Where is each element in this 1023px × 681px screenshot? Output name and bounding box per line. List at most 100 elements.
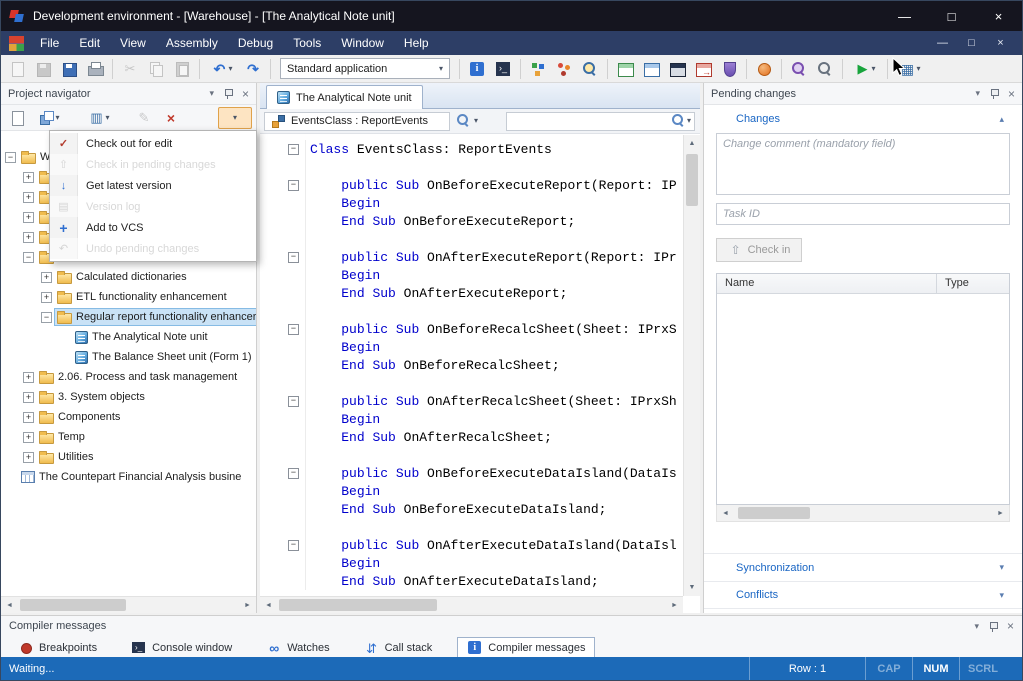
minimize-button[interactable] [881, 1, 928, 31]
panel-menu-icon[interactable] [975, 89, 980, 98]
menu-tools[interactable]: Tools [283, 31, 331, 55]
create-object-button[interactable] [5, 107, 29, 129]
security-button[interactable] [717, 57, 741, 81]
paste-button[interactable] [170, 57, 194, 81]
code-line[interactable]: Begin [260, 338, 683, 356]
scroll-right-icon[interactable] [239, 597, 256, 614]
tree-item-3-system-objects[interactable]: 3. System objects [1, 387, 256, 407]
scroll-track[interactable] [684, 152, 700, 579]
grid-column-type[interactable]: Type [937, 274, 1009, 293]
tree-expander-icon[interactable] [23, 392, 34, 403]
task-id-input[interactable] [716, 203, 1010, 225]
tree-expander-icon[interactable] [23, 412, 34, 423]
cut-button[interactable] [118, 57, 142, 81]
scroll-left-icon[interactable] [1, 597, 18, 614]
tree-expander-icon[interactable] [23, 232, 34, 243]
output-tab-watches[interactable]: Watches [257, 637, 338, 659]
tree-expander-icon[interactable] [23, 432, 34, 443]
search-icon[interactable] [671, 113, 687, 129]
tree-item-calculated-dictionaries[interactable]: Calculated dictionaries [1, 267, 256, 287]
tools-menu-button[interactable] [893, 57, 927, 81]
close-button[interactable] [975, 1, 1022, 31]
scroll-left-icon[interactable] [260, 597, 277, 614]
tree-expander-icon[interactable] [41, 292, 52, 303]
menu-item-undo-pending-changes[interactable]: Undo pending changes [50, 238, 256, 259]
fold-collapse-icon[interactable] [288, 252, 299, 263]
code-line[interactable]: public Sub OnAfterExecuteReport(Report: … [260, 248, 683, 266]
output-tab-console-window[interactable]: Console window [122, 637, 241, 659]
menu-file[interactable]: File [30, 31, 69, 55]
filter-button[interactable] [82, 107, 116, 129]
member-combo[interactable]: EventsClass : ReportEvents [264, 112, 450, 131]
code-line[interactable]: End Sub OnBeforeRecalcSheet; [260, 356, 683, 374]
mdi-minimize-button[interactable] [929, 33, 956, 53]
check-in-button[interactable]: Check in [716, 238, 802, 262]
dictionaries-button[interactable] [639, 57, 663, 81]
editor-tab[interactable]: The Analytical Note unit [266, 85, 423, 109]
scroll-left-icon[interactable] [717, 505, 734, 522]
scroll-track[interactable] [277, 597, 666, 613]
tree-expander-icon[interactable] [41, 272, 52, 283]
code-line[interactable]: Begin [260, 554, 683, 572]
code-line[interactable]: Begin [260, 194, 683, 212]
tree-expander-icon[interactable] [23, 252, 34, 263]
code-line[interactable] [260, 518, 683, 536]
chevron-down-icon[interactable] [687, 117, 691, 125]
scroll-down-icon[interactable] [684, 579, 701, 596]
scroll-thumb[interactable] [20, 599, 126, 611]
pin-icon[interactable] [223, 88, 233, 99]
statusbar-toggle-cap[interactable]: CAP [866, 663, 912, 675]
find-object-button[interactable] [578, 57, 602, 81]
grid-column-name[interactable]: Name [717, 274, 937, 293]
close-panel-icon[interactable] [242, 88, 249, 100]
tree-item-the-balance-sheet-unit-form-1[interactable]: The Balance Sheet unit (Form 1) [1, 347, 256, 367]
panel-menu-icon[interactable] [209, 89, 214, 98]
save-module-button[interactable] [57, 57, 81, 81]
new-button[interactable] [5, 57, 29, 81]
member-search-button[interactable] [453, 112, 481, 131]
view-mode-button[interactable] [32, 107, 66, 129]
data-import-button[interactable] [691, 57, 715, 81]
code-line[interactable]: public Sub OnBeforeExecuteDataIsland(Dat… [260, 464, 683, 482]
fold-collapse-icon[interactable] [288, 540, 299, 551]
tree-item-etl-functionality-enhancement[interactable]: ETL functionality enhancement [1, 287, 256, 307]
code-line[interactable]: public Sub OnAfterExecuteDataIsland(Data… [260, 536, 683, 554]
editor-hscrollbar[interactable] [260, 596, 683, 613]
scroll-up-icon[interactable] [684, 135, 701, 152]
grid-hscrollbar[interactable] [716, 505, 1010, 522]
tree-item-the-analytical-note-unit[interactable]: The Analytical Note unit [1, 327, 256, 347]
fold-collapse-icon[interactable] [288, 180, 299, 191]
fold-collapse-icon[interactable] [288, 468, 299, 479]
output-tab-call-stack[interactable]: Call stack [355, 637, 442, 659]
navigator-hscrollbar[interactable] [1, 596, 256, 613]
tree-expander-icon[interactable] [5, 152, 16, 163]
editor-vscrollbar[interactable] [683, 135, 700, 596]
tree-expander-icon[interactable] [23, 372, 34, 383]
mdi-close-button[interactable] [987, 33, 1014, 53]
code-line[interactable] [260, 230, 683, 248]
fold-collapse-icon[interactable] [288, 324, 299, 335]
search-input[interactable] [510, 115, 671, 127]
menu-item-get-latest-version[interactable]: Get latest version [50, 175, 256, 196]
menu-item-check-in-pending-changes[interactable]: Check in pending changes [50, 154, 256, 175]
fold-collapse-icon[interactable] [288, 396, 299, 407]
code-line[interactable]: End Sub OnBeforeExecuteDataIsland; [260, 500, 683, 518]
statusbar-toggle-num[interactable]: NUM [913, 663, 959, 675]
repository-search-button[interactable] [787, 57, 811, 81]
output-tab-compiler-messages[interactable]: Compiler messages [457, 637, 595, 659]
scroll-right-icon[interactable] [992, 505, 1009, 522]
menu-item-add-to-vcs[interactable]: Add to VCS [50, 217, 256, 238]
delete-object-button[interactable] [159, 107, 183, 129]
section-changes[interactable]: Changes [704, 105, 1022, 133]
tree-expander-icon[interactable] [23, 212, 34, 223]
code-area[interactable]: Class EventsClass: ReportEvents public S… [260, 135, 683, 596]
tree-expander-icon[interactable] [23, 192, 34, 203]
menu-debug[interactable]: Debug [228, 31, 283, 55]
code-line[interactable] [260, 446, 683, 464]
panel-menu-icon[interactable] [974, 622, 979, 631]
tree-item-regular-report-functionality-enhancer[interactable]: Regular report functionality enhancer [1, 307, 256, 327]
help-button[interactable] [752, 57, 776, 81]
menu-view[interactable]: View [110, 31, 156, 55]
menu-window[interactable]: Window [331, 31, 394, 55]
save-button[interactable] [31, 57, 55, 81]
